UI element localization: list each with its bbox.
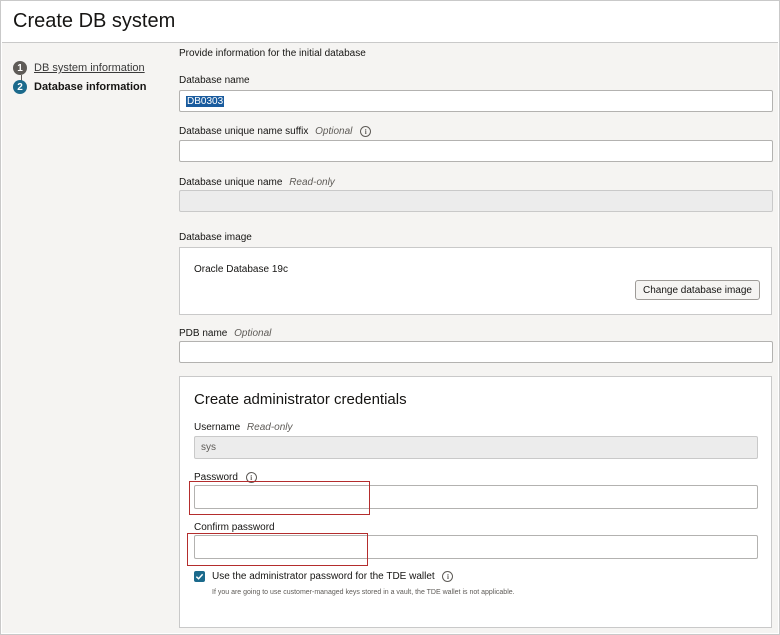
info-icon[interactable]: i	[442, 571, 454, 582]
username-label: Username Read-only	[194, 422, 293, 433]
db-image-value: Oracle Database 19c	[194, 264, 288, 275]
confirm-password-highlight-box	[187, 533, 368, 566]
db-name-input[interactable]: DB0303	[179, 90, 773, 112]
readonly-tag: Read-only	[246, 422, 293, 433]
tde-wallet-label-text: Use the administrator password for the T…	[212, 571, 435, 583]
username-label-text: Username	[194, 422, 241, 433]
pdb-name-label-text: PDB name	[179, 328, 228, 339]
checkmark-icon	[195, 573, 204, 580]
page-title: Create DB system	[13, 10, 176, 32]
step-label: Database information	[34, 81, 147, 93]
tde-help-text: If you are going to use customer-managed…	[212, 589, 515, 596]
password-highlight-box	[189, 481, 370, 515]
step-number-badge: 1	[13, 61, 27, 75]
pdb-name-label: PDB name Optional	[179, 328, 271, 339]
step-database-information[interactable]: 2 Database information	[13, 80, 146, 94]
db-name-value: DB0303	[186, 95, 225, 107]
unique-name-label-text: Database unique name	[179, 177, 283, 188]
unique-suffix-label: Database unique name suffix Optional i	[179, 126, 372, 138]
db-image-box: Oracle Database 19c Change database imag…	[179, 247, 772, 315]
confirm-password-label: Confirm password	[194, 522, 275, 533]
db-name-label-text: Database name	[179, 75, 250, 86]
readonly-tag: Read-only	[289, 177, 335, 188]
db-image-label-text: Database image	[179, 232, 252, 243]
tde-wallet-label: Use the administrator password for the T…	[212, 571, 454, 583]
credentials-title: Create administrator credentials	[194, 391, 407, 408]
db-image-label: Database image	[179, 232, 252, 243]
username-field: sys	[194, 436, 758, 459]
username-value: sys	[201, 442, 216, 453]
optional-tag: Optional	[234, 328, 272, 339]
unique-suffix-input[interactable]	[179, 140, 773, 162]
section-note: Provide information for the initial data…	[179, 48, 366, 59]
change-db-image-button[interactable]: Change database image	[635, 280, 760, 300]
step-number-badge: 2	[13, 80, 27, 94]
step-db-system-information[interactable]: 1 DB system information	[13, 61, 145, 75]
info-icon[interactable]: i	[360, 126, 372, 137]
confirm-password-label-text: Confirm password	[194, 522, 275, 533]
pdb-name-input[interactable]	[179, 341, 773, 363]
unique-name-label: Database unique name Read-only	[179, 177, 335, 188]
unique-suffix-label-text: Database unique name suffix	[179, 126, 309, 138]
tde-wallet-checkbox[interactable]	[194, 571, 205, 582]
title-bar: Create DB system	[2, 2, 778, 43]
optional-tag: Optional	[315, 126, 353, 138]
db-name-label: Database name	[179, 75, 250, 86]
steps-sidebar: 1 DB system information 2 Database infor…	[2, 43, 169, 633]
unique-name-field	[179, 190, 773, 212]
step-label-link[interactable]: DB system information	[34, 62, 145, 74]
